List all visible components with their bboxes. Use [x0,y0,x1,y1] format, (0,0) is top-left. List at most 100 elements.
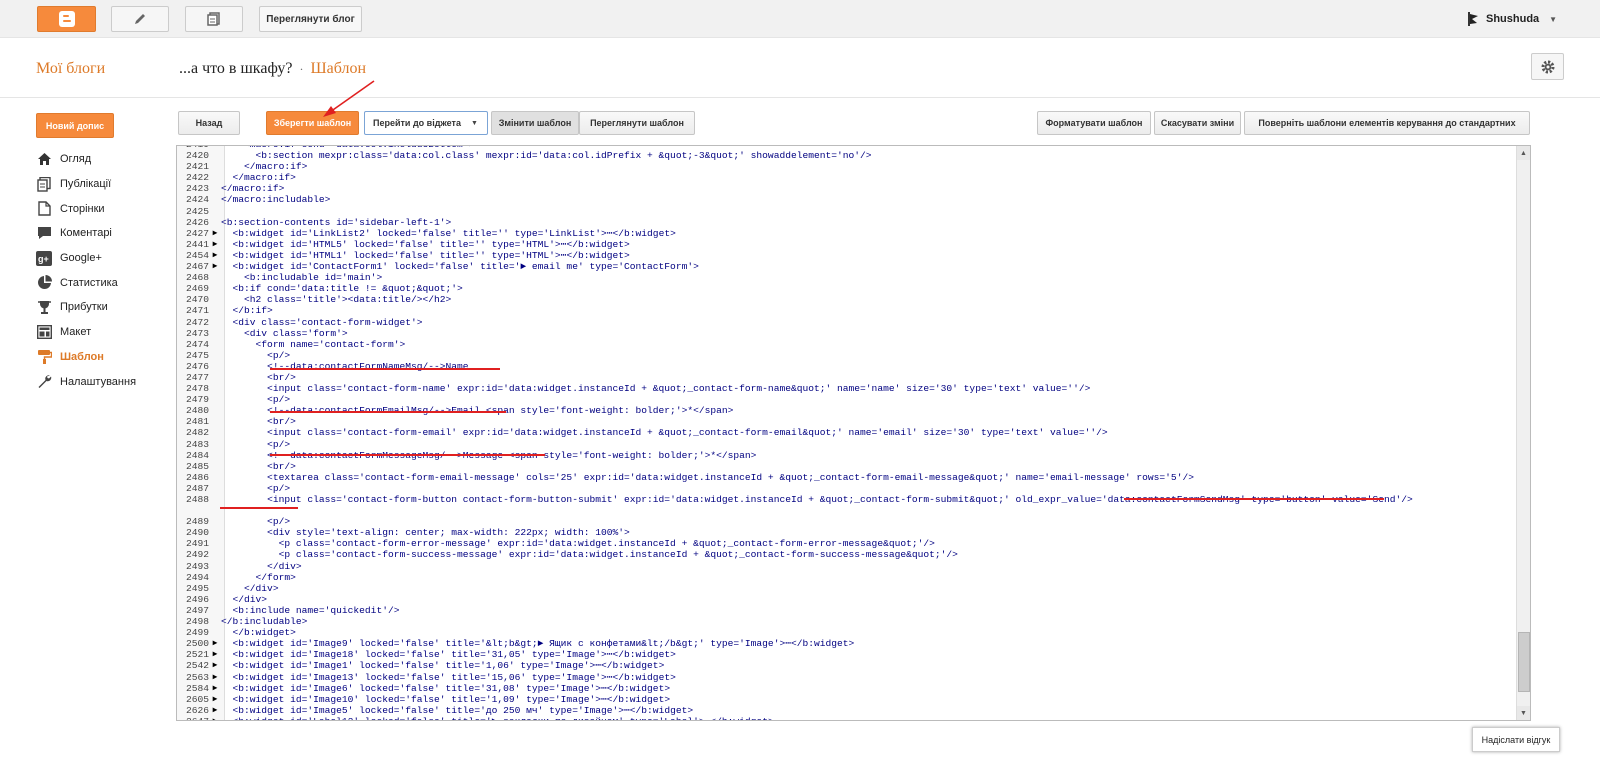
posts-list-button[interactable] [185,6,243,32]
sidebar-item-4[interactable]: Коментарі [36,221,176,246]
new-post-pencil-button[interactable] [111,6,169,32]
fold-arrow-icon[interactable]: ▶ [209,228,221,239]
code-line[interactable]: 2490 <div style='text-align: center; max… [177,527,1517,538]
send-feedback-button[interactable]: Надіслати відгук [1472,727,1560,752]
fold-arrow-icon[interactable]: ▶ [209,705,221,716]
code-line[interactable]: 2479 <p/> [177,394,1517,405]
code-line[interactable]: 2626 ▶ <b:widget id='Image5' locked='fals… [177,705,1517,716]
sidebar-item-5[interactable]: g+ Google+ [36,246,176,271]
fold-arrow-icon[interactable]: ▶ [209,672,221,683]
code-line[interactable]: 2425 [177,206,1517,217]
code-line[interactable]: 2485 <br/> [177,461,1517,472]
code-line[interactable]: 2478 <input class='contact-form-name' ex… [177,383,1517,394]
code-line[interactable]: 2483 <p/> [177,439,1517,450]
fold-arrow-icon[interactable]: ▶ [209,239,221,250]
google-plus-icon: g+ [36,250,52,266]
code-line[interactable]: 2420 <b:section mexpr:class='data:col.cl… [177,150,1517,161]
goto-widget-dropdown[interactable]: Перейти до віджета ▼ [364,111,488,135]
code-line[interactable]: 2584 ▶ <b:widget id='Image6' locked='fals… [177,683,1517,694]
code-line[interactable]: 2423 </macro:if> [177,183,1517,194]
revert-widgets-button[interactable]: Поверніть шаблони елементів керування до… [1244,111,1530,135]
code-line[interactable]: 2481 <br/> [177,416,1517,427]
sidebar-item-6[interactable]: Статистика [36,270,176,295]
code-line[interactable]: 2471 </b:if> [177,305,1517,316]
scrollbar-thumb[interactable] [1518,632,1530,692]
code-line[interactable]: 2454 ▶ <b:widget id='HTML1' locked='false… [177,250,1517,261]
blog-title-link[interactable]: ...а что в шкафу? [179,60,293,78]
code-line[interactable]: 2521 ▶ <b:widget id='Image18' locked='fal… [177,649,1517,660]
code-line[interactable]: 2491 <p class='contact-form-error-messag… [177,538,1517,549]
edit-template-button[interactable]: Змінити шаблон [491,111,579,135]
new-post-button[interactable]: Новий допис [36,113,114,138]
code-line[interactable]: 2477 <br/> [177,372,1517,383]
scroll-up-icon[interactable]: ▲ [1517,146,1530,160]
sidebar-item-2[interactable]: Публікації [36,172,176,197]
fold-arrow-icon[interactable]: ▶ [209,716,221,720]
back-button[interactable]: Назад [178,111,240,135]
code-line[interactable]: 2467 ▶ <b:widget id='ContactForm1' locked… [177,261,1517,272]
sidebar-item-9[interactable]: Шаблон [36,345,176,370]
my-blogs-link[interactable]: Мої блоги [36,60,105,78]
template-code-editor[interactable]: 2419 <macro:if cond='data:col.includeBot… [176,145,1531,721]
code-line[interactable]: 2647▶ <b:widget id='Label12' locked='fal… [177,716,1517,720]
undo-changes-button[interactable]: Скасувати зміни [1154,111,1241,135]
fold-arrow-icon[interactable]: ▶ [209,694,221,705]
code-lines[interactable]: 2419 <macro:if cond='data:col.includeBot… [177,146,1517,720]
save-template-button[interactable]: Зберегти шаблон [266,111,359,135]
code-line[interactable]: 2473 <div class='form'> [177,328,1517,339]
editor-scrollbar[interactable]: ▲ ▼ [1516,146,1530,720]
code-line[interactable]: 2468 <b:includable id='main'> [177,272,1517,283]
code-line[interactable]: 2495 </div> [177,583,1517,594]
code-line[interactable]: 2487 <p/> [177,483,1517,494]
sidebar-item-10[interactable]: Налаштування [36,369,176,394]
code-line[interactable]: 2499 </b:widget> [177,627,1517,638]
fold-arrow-icon[interactable]: ▶ [209,261,221,272]
sidebar-item-1[interactable]: Огляд [36,147,176,172]
fold-arrow-icon[interactable]: ▶ [209,250,221,261]
code-line[interactable]: 2426 <b:section-contents id='sidebar-left… [177,217,1517,228]
preview-template-button[interactable]: Переглянути шаблон [579,111,695,135]
user-menu[interactable]: Shushuda ▼ [1466,11,1557,27]
format-template-button[interactable]: Форматувати шаблон [1037,111,1151,135]
code-line[interactable]: 2496 </div> [177,594,1517,605]
code-line[interactable]: 2421 </macro:if> [177,161,1517,172]
code-line[interactable]: 2497 <b:include name='quickedit'/> [177,605,1517,616]
code-line[interactable]: 2542 ▶ <b:widget id='Image1' locked='fals… [177,660,1517,671]
settings-button[interactable] [1531,53,1564,80]
fold-arrow-icon[interactable]: ▶ [209,660,221,671]
code-line[interactable]: 2469 <b:if cond='data:title != &quot;&qu… [177,283,1517,294]
code-line[interactable]: 2422 </macro:if> [177,172,1517,183]
code-line[interactable]: 2605 ▶ <b:widget id='Image10' locked='fal… [177,694,1517,705]
view-blog-button[interactable]: Переглянути блог [259,6,362,32]
blogger-logo-button[interactable] [37,6,96,32]
code-line[interactable]: 2500 ▶ <b:widget id='Image9' locked='fals… [177,638,1517,649]
code-line[interactable]: 2424 </macro:includable> [177,194,1517,205]
code-line[interactable]: 2484 <!--data:contactFormMessageMsg/-->M… [177,450,1517,461]
code-line[interactable]: 2475 <p/> [177,350,1517,361]
code-line[interactable]: 2488 <input class='contact-form-button c… [177,494,1517,516]
fold-arrow-icon[interactable]: ▶ [209,638,221,649]
code-line[interactable]: 2480 <!--data:contactFormEmailMsg/-->Ema… [177,405,1517,416]
code-line[interactable]: 2474 <form name='contact-form'> [177,339,1517,350]
code-line[interactable]: 2486 <textarea class='contact-form-email… [177,472,1517,483]
sidebar-item-7[interactable]: Прибутки [36,295,176,320]
code-line[interactable]: 2494 </form> [177,572,1517,583]
code-line[interactable]: 2563 ▶ <b:widget id='Image13' locked='fal… [177,672,1517,683]
code-line[interactable]: 2489 <p/> [177,516,1517,527]
code-text: <br/> [221,416,296,428]
code-line[interactable]: 2472 <div class='contact-form-widget'> [177,317,1517,328]
code-line[interactable]: 2492 <p class='contact-form-success-mess… [177,549,1517,560]
code-line[interactable]: 2493 </div> [177,561,1517,572]
code-line[interactable]: 2441 ▶ <b:widget id='HTML5' locked='false… [177,239,1517,250]
sidebar-item-8[interactable]: Макет [36,320,176,345]
sidebar-item-3[interactable]: Сторінки [36,196,176,221]
scroll-down-icon[interactable]: ▼ [1517,706,1530,720]
fold-arrow-icon[interactable]: ▶ [209,649,221,660]
code-line[interactable]: 2482 <input class='contact-form-email' e… [177,427,1517,438]
code-line[interactable]: 2476 <!--data:contactFormNameMsg/-->Name [177,361,1517,372]
code-line[interactable]: 2470 <h2 class='title'><data:title/></h2… [177,294,1517,305]
code-line[interactable]: 2427 ▶ <b:widget id='LinkList2' locked='f… [177,228,1517,239]
fold-arrow-icon[interactable]: ▶ [209,683,221,694]
code-line[interactable]: 2498 </b:includable> [177,616,1517,627]
